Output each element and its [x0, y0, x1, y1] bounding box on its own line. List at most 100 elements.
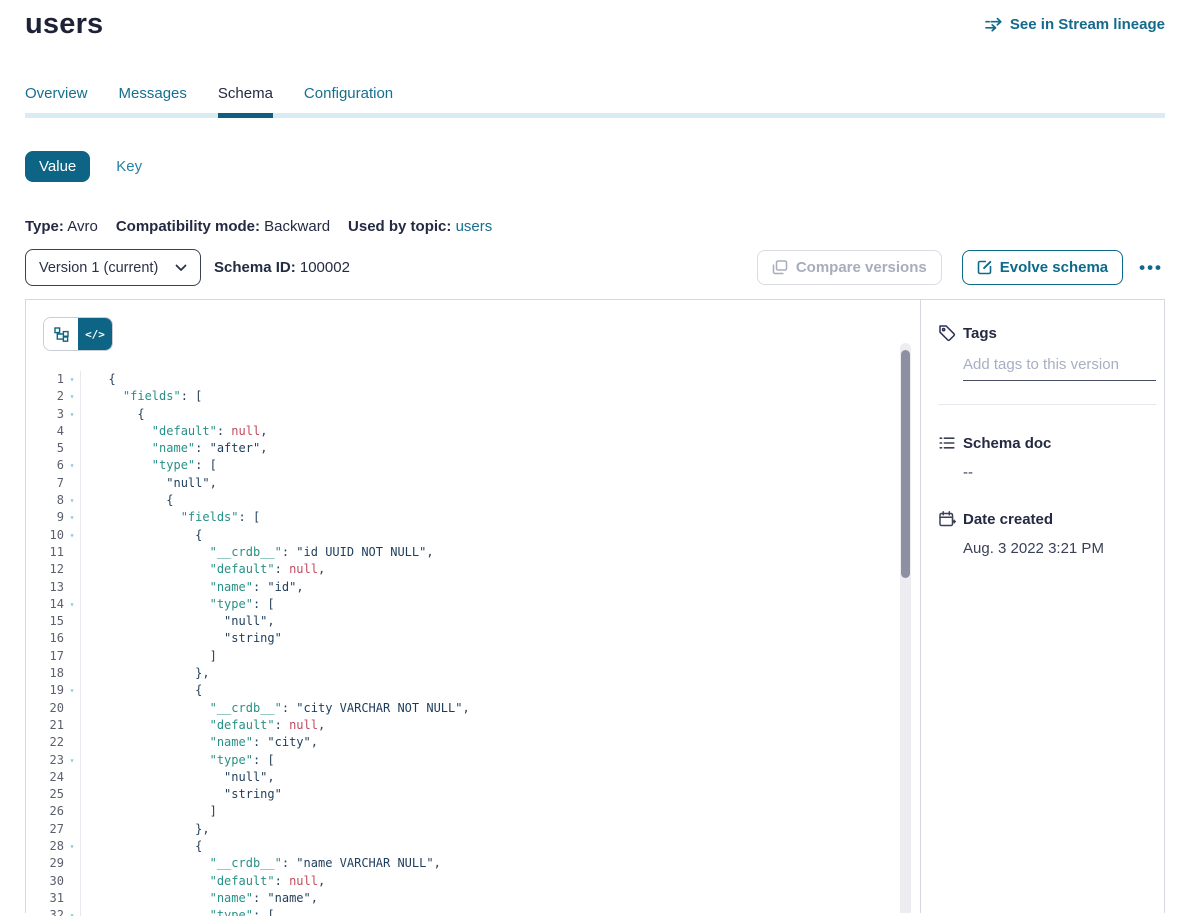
collapse-arrow-placeholder: [64, 665, 81, 682]
editor-scrollbar[interactable]: [900, 343, 911, 913]
used-by-topic-link[interactable]: users: [456, 218, 493, 235]
code-line: 12 "default": null,: [26, 561, 920, 578]
collapse-arrow-icon[interactable]: ▾: [64, 457, 81, 474]
code-line: 7 "null",: [26, 475, 920, 492]
collapse-arrow-placeholder: [64, 786, 81, 803]
line-number: 25: [26, 786, 64, 803]
line-number: 4: [26, 423, 64, 440]
code-line: 9▾ "fields": [: [26, 509, 920, 526]
code-text: "string": [81, 630, 282, 647]
collapse-arrow-icon[interactable]: ▾: [64, 838, 81, 855]
line-number: 3: [26, 406, 64, 423]
collapse-arrow-icon[interactable]: ▾: [64, 682, 81, 699]
code-text: {: [81, 406, 145, 423]
key-toggle-button[interactable]: Key: [116, 158, 142, 175]
code-line: 21 "default": null,: [26, 717, 920, 734]
code-line: 14▾ "type": [: [26, 596, 920, 613]
code-text: "null",: [81, 613, 275, 630]
compare-versions-button[interactable]: Compare versions: [757, 250, 942, 285]
line-number: 16: [26, 630, 64, 647]
code-line: 32▾ "type": [: [26, 907, 920, 916]
code-line: 30 "default": null,: [26, 873, 920, 890]
value-toggle-button[interactable]: Value: [25, 151, 90, 182]
collapse-arrow-icon[interactable]: ▾: [64, 907, 81, 916]
line-number: 15: [26, 613, 64, 630]
view-toggle: </>: [43, 317, 113, 351]
date-created-section: Date created Aug. 3 2022 3:21 PM: [938, 510, 1156, 557]
line-number: 13: [26, 579, 64, 596]
line-number: 31: [26, 890, 64, 907]
meta-type: Type: Avro: [25, 218, 98, 235]
collapse-arrow-placeholder: [64, 475, 81, 492]
collapse-arrow-icon[interactable]: ▾: [64, 492, 81, 509]
line-number: 19: [26, 682, 64, 699]
collapse-arrow-placeholder: [64, 579, 81, 596]
more-options-button[interactable]: •••: [1137, 255, 1165, 280]
collapse-arrow-icon[interactable]: ▾: [64, 388, 81, 405]
version-select[interactable]: Version 1 (current): [25, 249, 201, 286]
edit-icon: [977, 260, 992, 275]
collapse-arrow-icon[interactable]: ▾: [64, 752, 81, 769]
line-number: 28: [26, 838, 64, 855]
value-key-toggle: Value Key: [25, 151, 1165, 182]
collapse-arrow-placeholder: [64, 734, 81, 751]
collapse-arrow-icon[interactable]: ▾: [64, 527, 81, 544]
code-line: 29 "__crdb__": "name VARCHAR NULL",: [26, 855, 920, 872]
list-icon: [938, 434, 956, 452]
schema-doc-section: Schema doc --: [938, 434, 1156, 481]
schema-id: Schema ID: 100002: [214, 259, 350, 276]
line-number: 9: [26, 509, 64, 526]
collapse-arrow-placeholder: [64, 440, 81, 457]
stream-lineage-link[interactable]: See in Stream lineage: [985, 16, 1165, 33]
tab-schema[interactable]: Schema: [218, 85, 273, 118]
evolve-schema-button[interactable]: Evolve schema: [962, 250, 1123, 285]
collapse-arrow-icon[interactable]: ▾: [64, 406, 81, 423]
sidebar-divider: [938, 404, 1156, 405]
schema-details-sidebar: Tags Schema doc --: [920, 300, 1180, 913]
collapse-arrow-placeholder: [64, 423, 81, 440]
code-line: 6▾ "type": [: [26, 457, 920, 474]
collapse-arrow-placeholder: [64, 700, 81, 717]
stream-lineage-icon: [985, 17, 1003, 32]
line-number: 27: [26, 821, 64, 838]
calendar-plus-icon: [938, 510, 956, 528]
code-line: 31 "name": "name",: [26, 890, 920, 907]
code-line: 19▾ {: [26, 682, 920, 699]
collapse-arrow-placeholder: [64, 717, 81, 734]
tree-view-button[interactable]: [44, 318, 78, 350]
chevron-down-icon: [175, 264, 187, 272]
code-text: "name": "after",: [81, 440, 267, 457]
collapse-arrow-icon[interactable]: ▾: [64, 596, 81, 613]
line-number: 8: [26, 492, 64, 509]
schema-panel: </> 1▾ {2▾ "fields": [3▾ {4 "default": n…: [25, 299, 1165, 913]
code-line: 23▾ "type": [: [26, 752, 920, 769]
code-line: 5 "name": "after",: [26, 440, 920, 457]
code-line: 2▾ "fields": [: [26, 388, 920, 405]
code-text: "default": null,: [81, 717, 325, 734]
code-text: "null",: [81, 475, 217, 492]
schema-doc-value: --: [963, 464, 1156, 481]
line-number: 14: [26, 596, 64, 613]
line-number: 7: [26, 475, 64, 492]
code-text: "fields": [: [81, 509, 260, 526]
editor-scrollbar-thumb[interactable]: [901, 350, 910, 578]
code-line: 16 "string": [26, 630, 920, 647]
code-text: "name": "city",: [81, 734, 318, 751]
code-view-button[interactable]: </>: [78, 318, 112, 350]
schema-code-editor: </> 1▾ {2▾ "fields": [3▾ {4 "default": n…: [26, 300, 920, 913]
code-text: "string": [81, 786, 282, 803]
tag-icon: [938, 324, 956, 342]
tags-input[interactable]: [963, 356, 1156, 381]
collapse-arrow-icon[interactable]: ▾: [64, 371, 81, 388]
collapse-arrow-icon[interactable]: ▾: [64, 509, 81, 526]
page-title: users: [25, 8, 103, 41]
meta-row: Type: Avro Compatibility mode: Backward …: [25, 218, 1165, 235]
collapse-arrow-placeholder: [64, 803, 81, 820]
code-view-icon: </>: [85, 328, 105, 341]
collapse-arrow-placeholder: [64, 613, 81, 630]
line-number: 10: [26, 527, 64, 544]
collapse-arrow-placeholder: [64, 544, 81, 561]
line-number: 11: [26, 544, 64, 561]
tree-view-icon: [54, 327, 69, 342]
code-text: },: [81, 821, 210, 838]
